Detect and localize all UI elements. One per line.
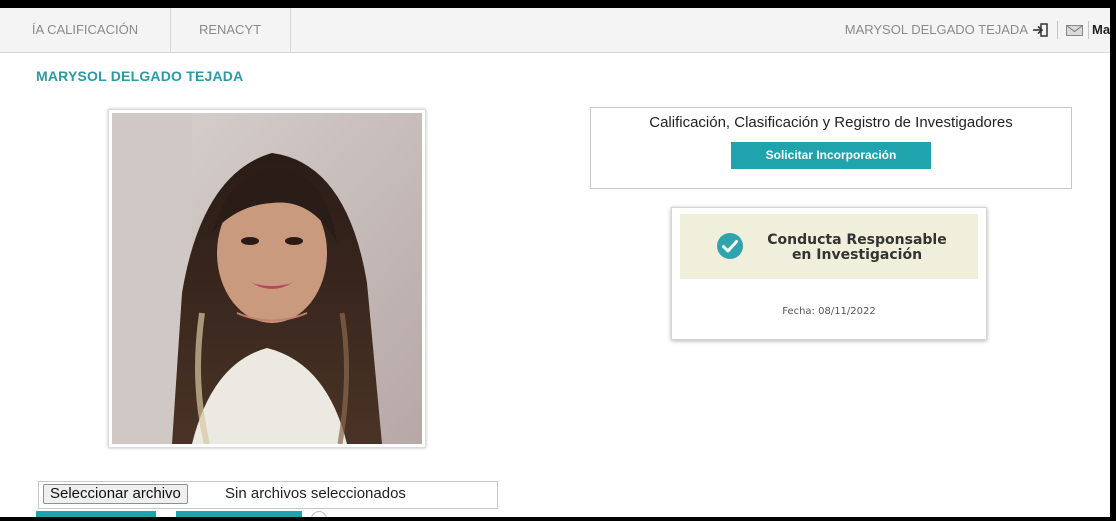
badge-title: Conducta Responsable en Investigación bbox=[752, 233, 962, 263]
bottom-action-button-2[interactable] bbox=[176, 511, 302, 517]
solicitar-incorporacion-button[interactable]: Solicitar Incorporación bbox=[731, 142, 931, 169]
calificacion-title: Calificación, Clasificación y Registro d… bbox=[649, 114, 1013, 131]
logout-icon[interactable] bbox=[1032, 23, 1048, 37]
calificacion-panel: Calificación, Clasificación y Registro d… bbox=[590, 107, 1072, 189]
tab-renacyt[interactable]: RENACYT bbox=[170, 8, 291, 52]
check-circle-icon bbox=[717, 233, 743, 259]
profile-photo bbox=[112, 113, 422, 444]
file-upload-field[interactable]: Seleccionar archivo Sin archivos selecci… bbox=[38, 481, 498, 509]
file-status-text: Sin archivos seleccionados bbox=[225, 485, 406, 502]
top-navigation: ÍA CALIFICACIÓN RENACYT MARYSOL DELGADO … bbox=[0, 8, 1110, 53]
badge-date: Fecha: 08/11/2022 bbox=[782, 306, 876, 317]
help-icon[interactable] bbox=[311, 511, 327, 517]
nav-user-name[interactable]: MARYSOL DELGADO TEJADA bbox=[845, 8, 1028, 52]
nav-user-menu[interactable]: Ma bbox=[1092, 8, 1110, 52]
select-file-button[interactable]: Seleccionar archivo bbox=[43, 484, 188, 504]
badge-title-line1: Conducta Responsable bbox=[767, 232, 947, 248]
nav-separator bbox=[1088, 21, 1089, 39]
mail-icon[interactable] bbox=[1066, 25, 1083, 36]
page-title: MARYSOL DELGADO TEJADA bbox=[36, 68, 244, 84]
nav-separator bbox=[1057, 21, 1058, 39]
app-window: ÍA CALIFICACIÓN RENACYT MARYSOL DELGADO … bbox=[0, 8, 1110, 517]
conducta-responsable-badge: Conducta Responsable en Investigación Fe… bbox=[671, 207, 987, 340]
tab-guia-calificacion[interactable]: ÍA CALIFICACIÓN bbox=[0, 8, 171, 52]
bottom-action-button-1[interactable] bbox=[36, 511, 156, 517]
badge-header: Conducta Responsable en Investigación bbox=[680, 214, 978, 279]
badge-title-line2: en Investigación bbox=[791, 247, 923, 263]
profile-photo-frame bbox=[108, 109, 426, 448]
